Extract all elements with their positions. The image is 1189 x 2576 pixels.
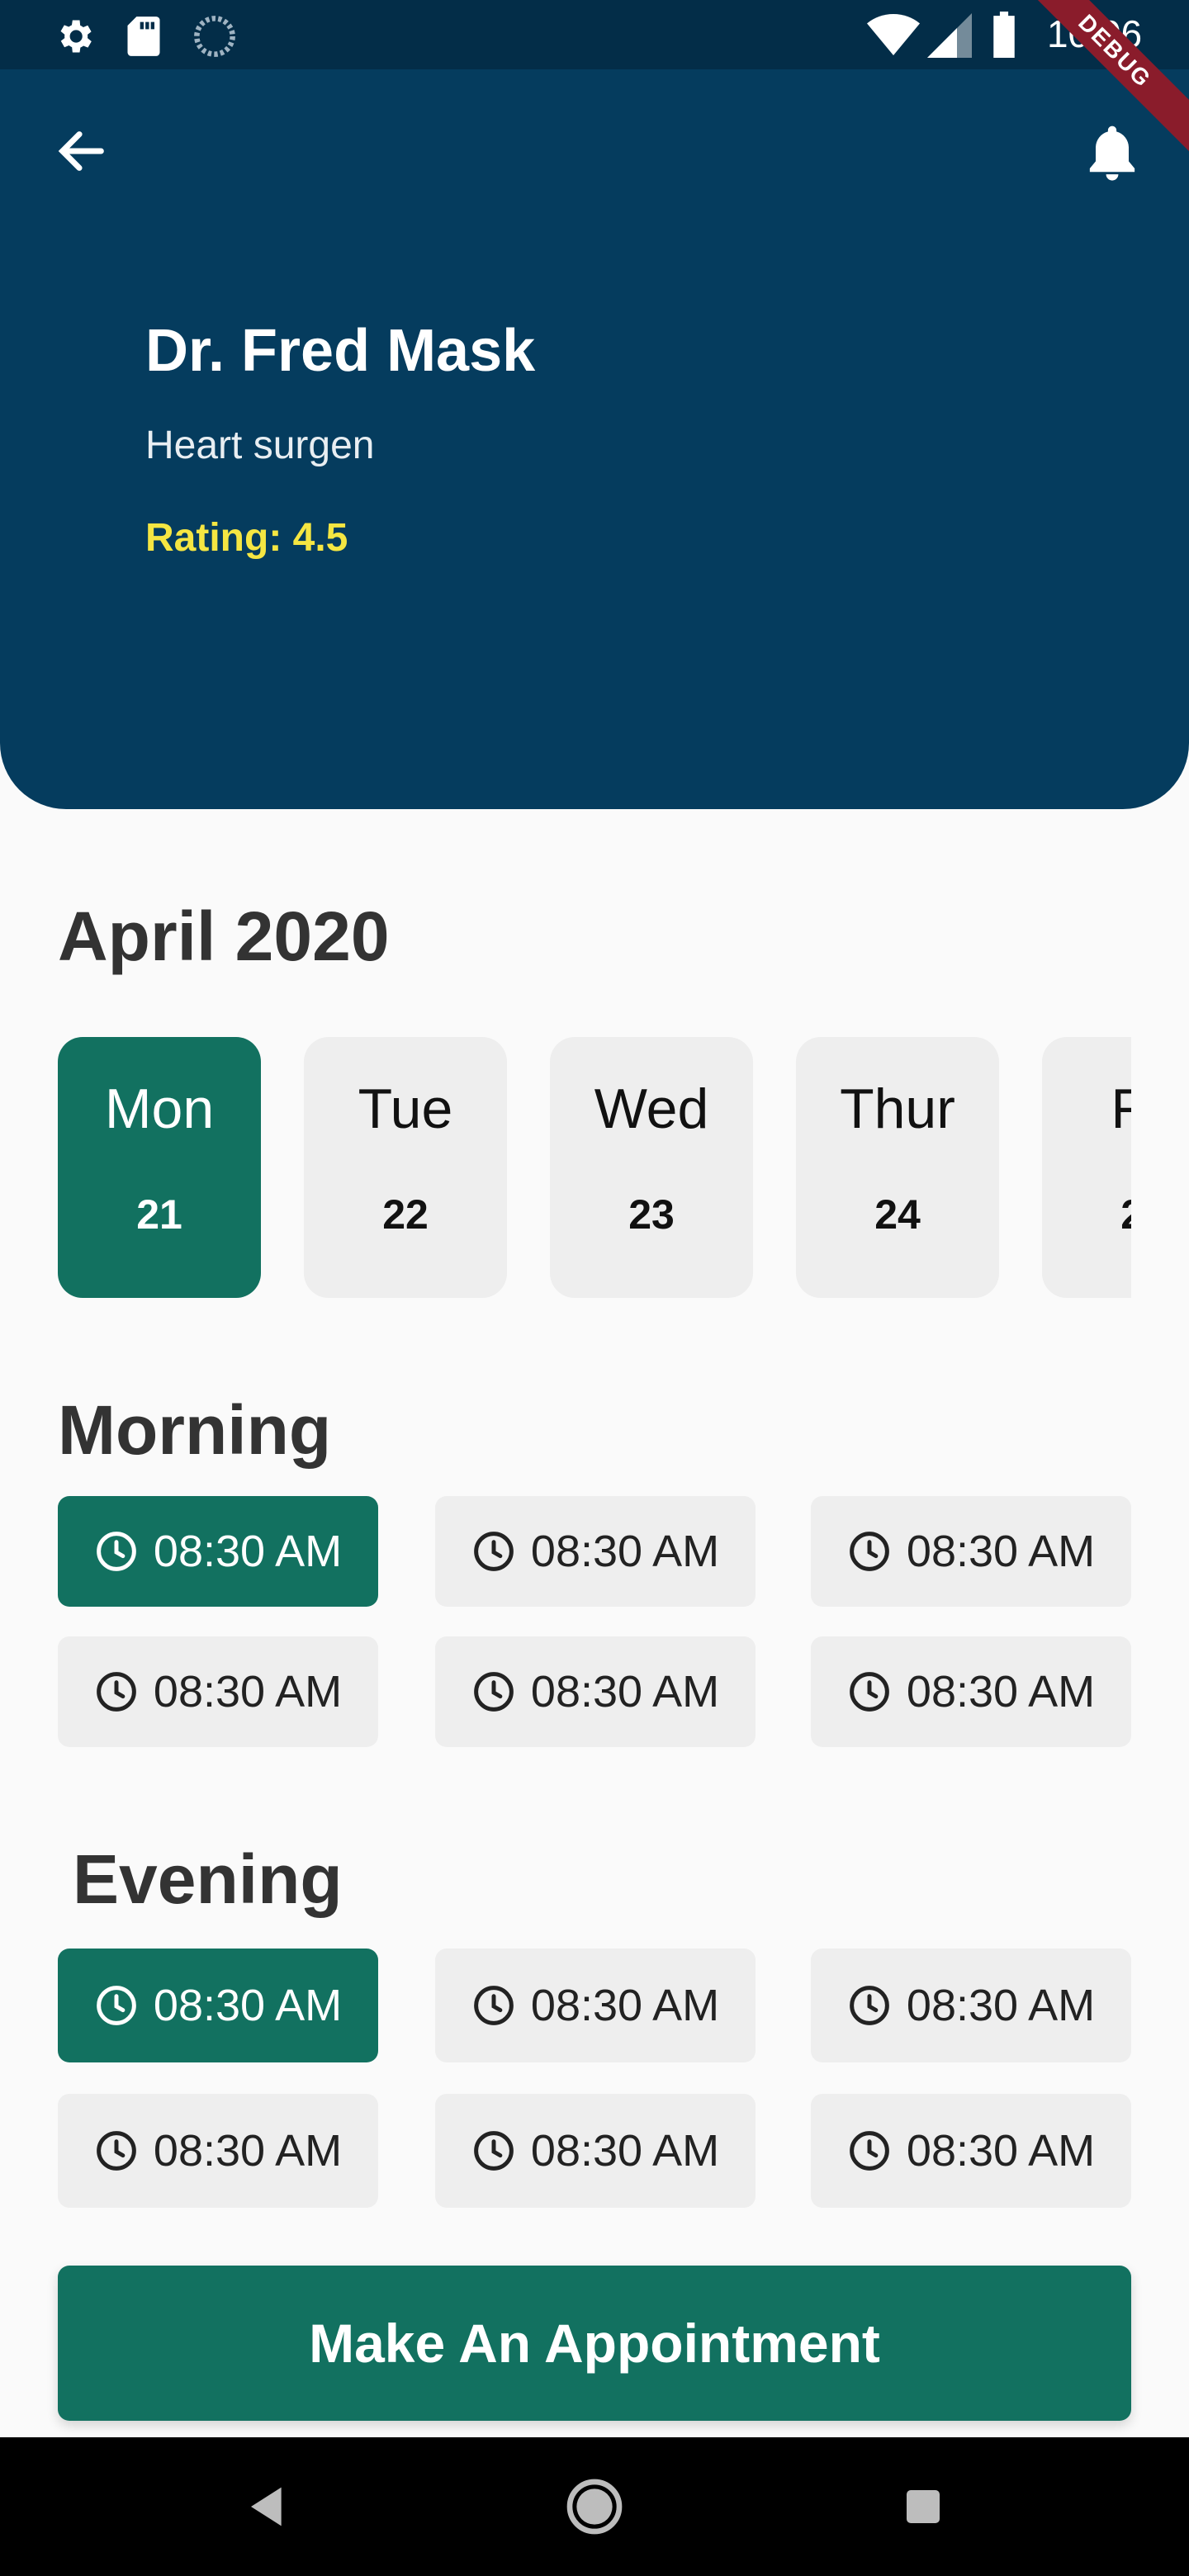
day-number: 21 [136,1191,182,1238]
make-appointment-button[interactable]: Make An Appointment [58,2266,1131,2421]
clock-icon [97,1986,136,2025]
time-slot[interactable]: 08:30 AM [58,2094,378,2208]
time-slot-label: 08:30 AM [906,2126,1096,2176]
signal-icon [927,13,972,58]
doctor-header: Dr. Fred Mask Heart surgen Rating: 4.5 [0,69,1189,809]
day-number: 24 [874,1191,921,1238]
back-arrow-icon[interactable] [53,122,111,180]
time-slot-label: 08:30 AM [906,1667,1096,1717]
clock-icon [850,1986,889,2025]
time-slot-label: 08:30 AM [906,1981,1096,2030]
day-card[interactable]: Tue 22 [304,1037,507,1298]
day-name: Tue [358,1077,453,1140]
time-slot[interactable]: 08:30 AM [58,1636,378,1747]
nav-home-icon[interactable] [561,2474,628,2540]
time-slot[interactable]: 08:30 AM [811,1496,1131,1607]
nav-recents-icon[interactable] [890,2474,956,2540]
clock-icon [97,1532,136,1571]
time-slot[interactable]: 08:30 AM [811,1949,1131,2062]
time-slot-label: 08:30 AM [530,2126,720,2176]
clock-icon [474,1672,514,1712]
settings-icon [60,20,92,53]
day-number: 25 [1042,1191,1131,1238]
wifi-icon [867,13,920,56]
time-slot-label: 08:30 AM [153,2126,343,2176]
day-name: Wed [594,1077,709,1140]
bell-icon[interactable] [1083,119,1141,185]
time-slot-label: 08:30 AM [530,1527,720,1576]
time-slot[interactable]: 08:30 AM [435,1949,756,2062]
time-slot[interactable]: 08:30 AM [58,1496,378,1607]
system-nav-bar [0,2437,1189,2576]
day-number: 22 [382,1191,429,1238]
loading-icon [194,16,235,57]
clock-icon [850,2131,889,2171]
evening-title: Evening [73,1840,343,1918]
day-name: Thur [840,1077,955,1140]
time-slot[interactable]: 08:30 AM [58,1949,378,2062]
make-appointment-label: Make An Appointment [309,2313,880,2374]
clock-icon [474,1532,514,1571]
day-card[interactable]: Wed 23 [550,1037,753,1298]
clock-icon [850,1532,889,1571]
clock-icon [97,2131,136,2171]
sd-card-icon [127,17,160,56]
day-name: Mon [104,1077,215,1140]
time-slot-label: 08:30 AM [530,1667,720,1717]
doctor-specialty: Heart surgen [145,424,375,467]
clock-icon [97,1672,136,1712]
day-card[interactable]: Mon 21 [58,1037,261,1298]
day-number: 23 [628,1191,675,1238]
day-name: Fri [1111,1077,1131,1140]
time-slot[interactable]: 08:30 AM [435,1636,756,1747]
time-slot-label: 08:30 AM [530,1981,720,2030]
time-slot-label: 08:30 AM [153,1667,343,1717]
day-selector[interactable]: Mon 21 Tue 22 Wed 23 Thur 24 Fri 25 [58,1037,1131,1298]
time-slot-label: 08:30 AM [906,1527,1096,1576]
day-card[interactable]: Thur 24 [796,1037,999,1298]
month-title: April 2020 [58,897,390,975]
battery-icon [993,12,1015,58]
doctor-name: Dr. Fred Mask [145,318,536,384]
time-slot-label: 08:30 AM [153,1981,343,2030]
clock-icon [474,2131,514,2171]
day-card[interactable]: Fri 25 [1042,1037,1131,1298]
time-slot[interactable]: 08:30 AM [435,2094,756,2208]
time-slot-label: 08:30 AM [153,1527,343,1576]
doctor-rating: Rating: 4.5 [145,516,348,560]
time-slot[interactable]: 08:30 AM [435,1496,756,1607]
morning-title: Morning [58,1391,332,1469]
nav-back-icon[interactable] [234,2474,301,2540]
time-slot[interactable]: 08:30 AM [811,1636,1131,1747]
clock-icon [474,1986,514,2025]
time-slot[interactable]: 08:30 AM [811,2094,1131,2208]
clock-icon [850,1672,889,1712]
status-bar: 10:06 DEBUG [0,0,1189,152]
